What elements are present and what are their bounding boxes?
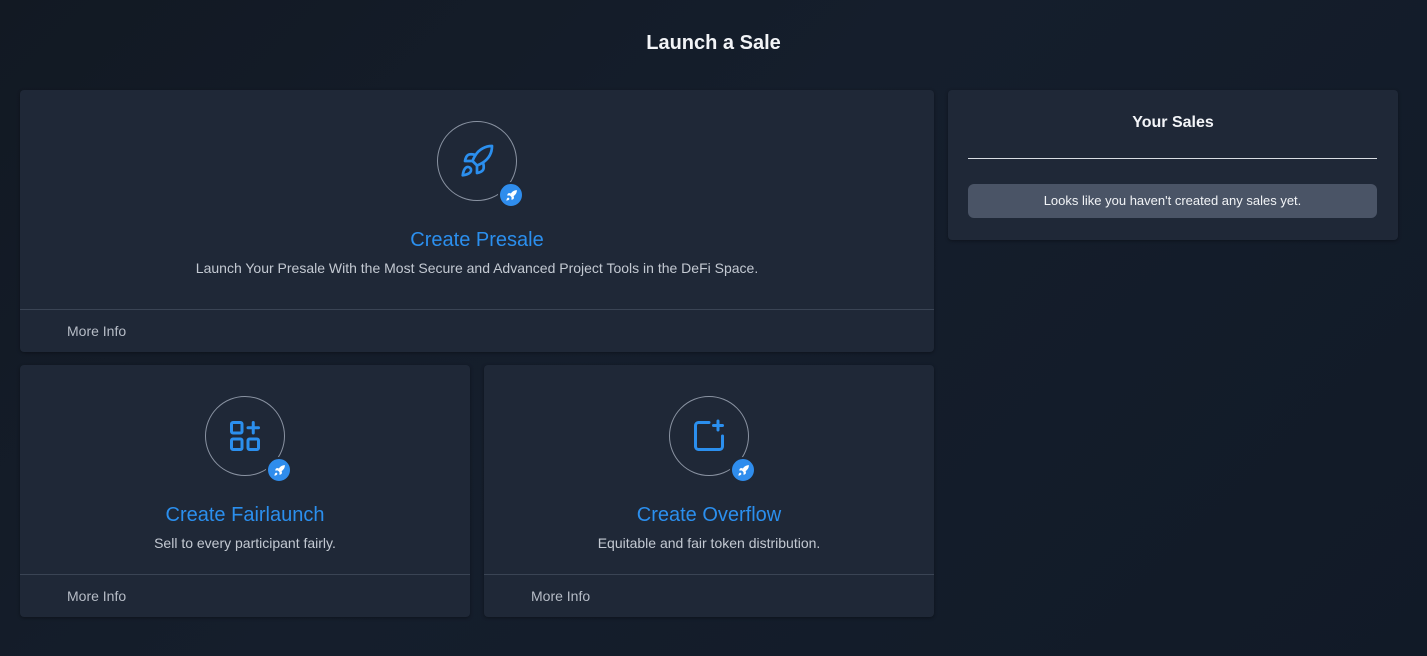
rocket-badge-icon	[498, 182, 524, 208]
create-overflow-title[interactable]: Create Overflow	[484, 504, 934, 527]
square-plus-icon	[694, 419, 724, 451]
create-overflow-description: Equitable and fair token distribution.	[597, 535, 821, 551]
presale-icon-circle	[437, 121, 524, 208]
create-fairlaunch-title[interactable]: Create Fairlaunch	[20, 504, 470, 527]
sales-divider	[968, 158, 1377, 159]
presale-more-info-link[interactable]: More Info	[67, 323, 126, 339]
fairlaunch-card-footer: More Info	[20, 574, 470, 617]
create-fairlaunch-card[interactable]: Create Fairlaunch Sell to every particip…	[20, 365, 470, 617]
create-presale-title[interactable]: Create Presale	[20, 229, 934, 252]
page-title: Launch a Sale	[646, 32, 781, 54]
rocket-badge-icon	[266, 457, 292, 483]
grid-plus-icon	[230, 421, 260, 451]
create-presale-card[interactable]: Create Presale Launch Your Presale With …	[20, 90, 934, 352]
rocket-icon	[461, 144, 494, 177]
create-fairlaunch-description: Sell to every participant fairly.	[154, 535, 336, 551]
your-sales-panel: Your Sales Looks like you haven't create…	[948, 90, 1398, 240]
fairlaunch-more-info-link[interactable]: More Info	[67, 588, 126, 604]
presale-card-footer: More Info	[20, 309, 934, 352]
launch-sale-page: Launch a Sale Create Presale Launch Your…	[0, 0, 1427, 656]
create-presale-description: Launch Your Presale With the Most Secure…	[195, 260, 759, 276]
your-sales-title: Your Sales	[1132, 114, 1214, 131]
create-overflow-card[interactable]: Create Overflow Equitable and fair token…	[484, 365, 934, 617]
overflow-icon-circle	[669, 396, 756, 483]
sales-empty-message: Looks like you haven't created any sales…	[968, 184, 1377, 218]
overflow-more-info-link[interactable]: More Info	[531, 588, 590, 604]
fairlaunch-icon-circle	[205, 396, 292, 483]
overflow-card-footer: More Info	[484, 574, 934, 617]
rocket-badge-icon	[730, 457, 756, 483]
